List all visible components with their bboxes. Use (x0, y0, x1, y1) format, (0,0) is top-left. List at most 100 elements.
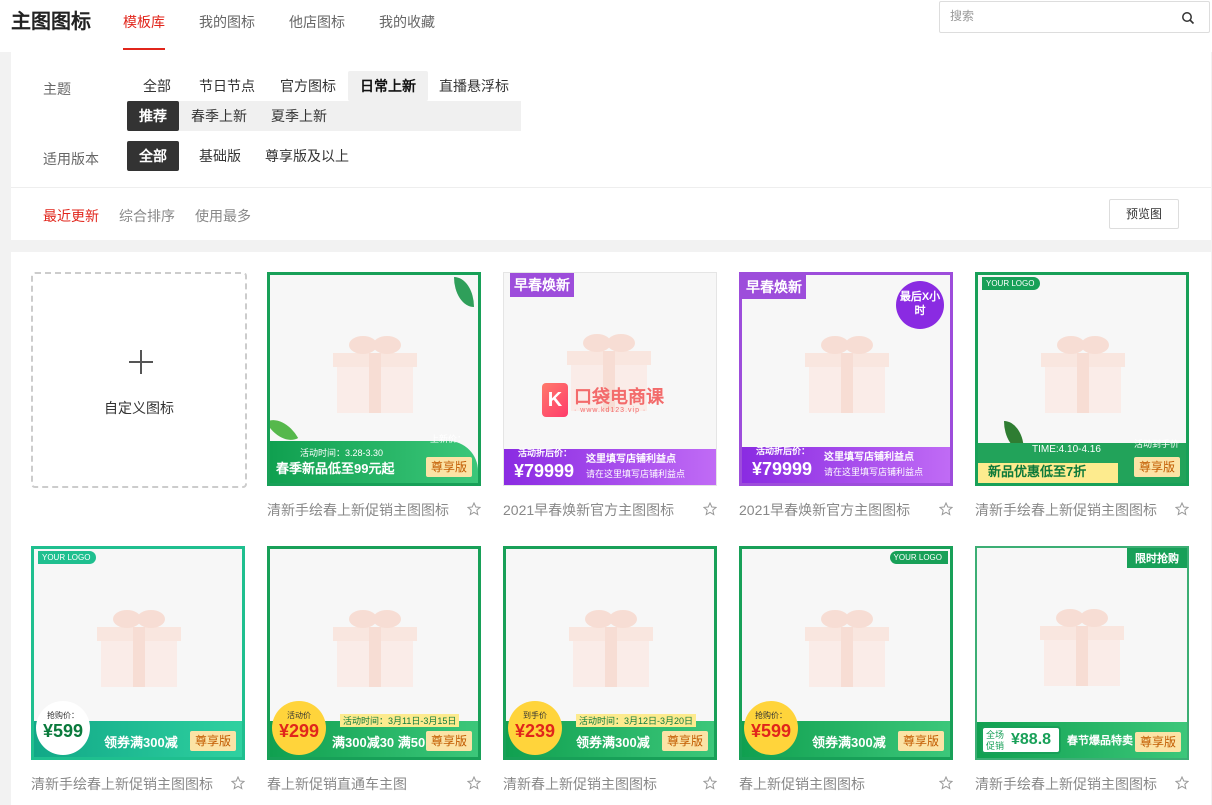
star-icon[interactable] (939, 502, 953, 516)
subtheme-summer[interactable]: 夏季上新 (259, 101, 339, 131)
promo-price-label: 到手价 (523, 711, 547, 720)
template-card[interactable]: 限时抢购 全场促销 ¥88.8 春节爆品特卖 尊享版 (975, 546, 1189, 760)
gift-icon (97, 610, 181, 687)
tab-my-icons[interactable]: 我的图标 (199, 12, 255, 50)
preview-button[interactable]: 预览图 (1109, 199, 1179, 229)
premium-badge: 尊享版 (425, 457, 472, 477)
promo-price-label: 上新价： (430, 434, 467, 444)
version-label: 适用版本 (43, 151, 99, 167)
price-circle: 到手价 ¥239 (508, 701, 562, 755)
logo-tag: YOUR LOGO (38, 551, 97, 564)
promo-tag: 早春焕新 (742, 275, 806, 299)
promo-price: ¥599 (750, 721, 792, 741)
page-title: 主图图标 (11, 11, 91, 33)
star-icon[interactable] (703, 776, 717, 790)
card-title: 春上新促销直通车主图 (267, 776, 407, 792)
promo-price: ¥88.8 (1011, 731, 1052, 748)
template-card[interactable]: YOUR LOGO TIME:4.10-4.16 活动到手价 新品优惠低至7折 … (975, 272, 1189, 486)
version-premium[interactable]: 尊享版及以上 (253, 141, 361, 171)
premium-badge: 尊享版 (189, 731, 236, 751)
custom-icon-card[interactable]: 自定义图标 (31, 272, 247, 488)
price-circle: 活动价 ¥299 (272, 701, 326, 755)
promo-price-label: 全场促销 (986, 730, 1005, 751)
template-grid: 自定义图标 活动时间：3.28-3.30 上新价： 春季新品低至99元起 尊享版… (11, 252, 1211, 805)
version-basic[interactable]: 基础版 (187, 141, 253, 171)
promo-text: 领券满300减 (576, 735, 650, 750)
card-title: 清新手绘春上新促销主图图标 (975, 502, 1157, 518)
filter-panel: 主题 全部 节日节点 官方图标 日常上新 直播悬浮标 推荐 春季上新 夏季上新 … (11, 52, 1211, 240)
gift-icon (1040, 609, 1124, 686)
template-card[interactable]: 早春焕新 最后X小时 活动折后价： ¥79999 这里填写店铺利益点 请在这里填… (739, 272, 953, 486)
limited-tag: 限时抢购 (1127, 548, 1187, 568)
template-card[interactable]: YOUR LOGO 抢购价： ¥599 领券满300减 尊享版 (739, 546, 953, 760)
star-icon[interactable] (1175, 502, 1189, 516)
promo-price: ¥599 (42, 721, 84, 741)
star-icon[interactable] (939, 776, 953, 790)
promo-text: 春节爆品特卖 (1067, 735, 1133, 747)
price-box: 全场促销 ¥88.8 (981, 726, 1061, 754)
gift-icon (333, 336, 417, 413)
gift-icon (805, 610, 889, 687)
promo-price: ¥79999 (514, 461, 575, 481)
card-title: 2021早春焕新官方主图图标 (739, 502, 911, 518)
logo-tag: YOUR LOGO (889, 551, 948, 564)
premium-badge: 尊享版 (1134, 732, 1181, 752)
star-icon[interactable] (231, 776, 245, 790)
template-card[interactable]: 活动时间：3月12日-3月20日 到手价 ¥239 领券满300减 尊享版 (503, 546, 717, 760)
plus-icon (129, 350, 153, 374)
star-icon[interactable] (703, 502, 717, 516)
star-icon[interactable] (467, 502, 481, 516)
price-circle: 抢购价： ¥599 (36, 701, 90, 755)
template-card[interactable]: YOUR LOGO 抢购价： ¥599 领券满300减 尊享版 (31, 546, 245, 760)
sort-most-used[interactable]: 使用最多 (195, 206, 251, 226)
sort-overall[interactable]: 综合排序 (119, 206, 175, 226)
gift-icon (333, 610, 417, 687)
promo-text: 春季新品低至99元起 (276, 461, 395, 476)
version-all[interactable]: 全部 (127, 141, 179, 171)
template-card[interactable]: 活动时间：3月11日-3月15日 活动价 ¥299 满300减30 满50 尊享… (267, 546, 481, 760)
theme-label: 主题 (43, 81, 71, 97)
promo-price-label: 活动折后价： (518, 448, 573, 458)
theme-live-badge[interactable]: 直播悬浮标 (427, 71, 521, 101)
theme-official[interactable]: 官方图标 (268, 71, 348, 101)
gift-icon (1041, 336, 1125, 413)
promo-price-label: 抢购价： (755, 711, 787, 720)
tab-template-library[interactable]: 模板库 (123, 12, 165, 50)
theme-daily-new[interactable]: 日常上新 (348, 71, 428, 101)
promo-text: 领券满300减 (812, 735, 886, 750)
promo-text: 领券满300减 (104, 735, 178, 750)
card-title: 清新手绘春上新促销主图图标 (267, 502, 449, 518)
leaf-icon (454, 277, 474, 307)
star-icon[interactable] (1175, 776, 1189, 790)
card-title: 清新手绘春上新促销主图图标 (31, 776, 213, 792)
watermark-url: · www.kd123.vip · (574, 407, 647, 414)
promo-text: 满300减30 满50 (332, 735, 426, 750)
promo-price: ¥299 (278, 721, 320, 741)
promo-date: TIME:4.10-4.16 (1032, 444, 1101, 455)
subtheme-recommended[interactable]: 推荐 (127, 101, 179, 131)
theme-all[interactable]: 全部 (131, 71, 183, 101)
sort-recent[interactable]: 最近更新 (43, 206, 99, 226)
promo-tag: 早春焕新 (510, 273, 574, 297)
template-card[interactable]: 活动时间：3.28-3.30 上新价： 春季新品低至99元起 尊享版 (267, 272, 481, 486)
watermark-icon: K (542, 383, 568, 417)
search-icon[interactable] (1181, 11, 1195, 25)
template-card[interactable]: 早春焕新 K 口袋电商课 · www.kd123.vip · 活动折后价： ¥7… (503, 272, 717, 486)
tab-my-favorites[interactable]: 我的收藏 (379, 12, 435, 50)
countdown-badge: 最后X小时 (896, 281, 944, 329)
promo-price-label: 活动到手价 (1134, 439, 1180, 449)
watermark-logo: K 口袋电商课 · www.kd123.vip · (542, 381, 692, 421)
card-title: 清新手绘春上新促销主图图标 (975, 776, 1157, 792)
promo-date: 活动时间：3月11日-3月15日 (340, 714, 460, 727)
promo-price: ¥239 (514, 721, 556, 741)
search-input[interactable] (950, 9, 1170, 23)
watermark-text: 口袋电商课 (574, 387, 664, 407)
theme-holiday[interactable]: 节日节点 (187, 71, 267, 101)
tab-other-shop-icons[interactable]: 他店图标 (289, 12, 345, 50)
subtheme-spring[interactable]: 春季上新 (179, 101, 259, 131)
star-icon[interactable] (467, 776, 481, 790)
promo-price: ¥79999 (752, 459, 813, 479)
premium-badge: 尊享版 (661, 731, 708, 751)
gift-icon (569, 610, 653, 687)
premium-badge: 尊享版 (897, 731, 944, 751)
